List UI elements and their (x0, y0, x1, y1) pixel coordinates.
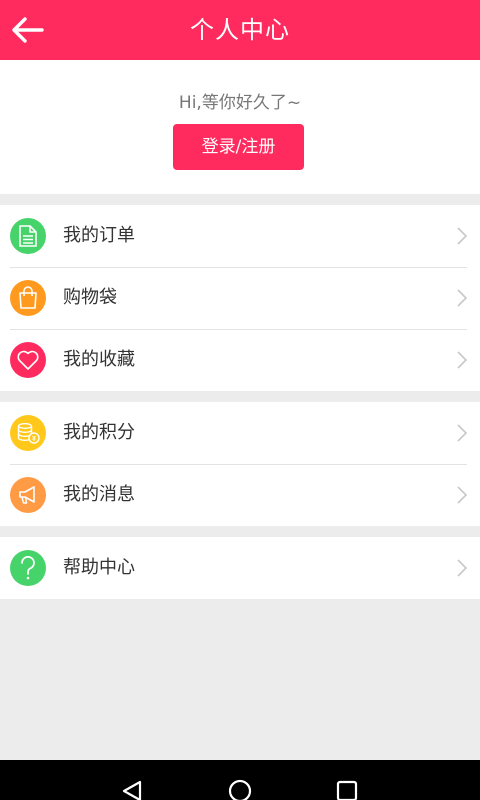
coins-icon (10, 415, 46, 451)
chevron-right-icon (457, 289, 468, 307)
square-recents-icon (336, 780, 358, 800)
megaphone-icon (10, 477, 46, 513)
nav-recents-button[interactable] (334, 778, 360, 800)
chevron-right-icon (457, 559, 468, 577)
chevron-right-icon (457, 351, 468, 369)
menu-item-label: 我的积分 (63, 422, 135, 443)
menu-item-label: 帮助中心 (63, 557, 135, 578)
menu-group-2: 我的积分 我的消息 (0, 402, 480, 526)
chevron-right-icon (457, 227, 468, 245)
menu-item-points[interactable]: 我的积分 (0, 402, 480, 464)
login-section: Hi,等你好久了~ 登录/注册 (0, 60, 480, 194)
page-title: 个人中心 (190, 16, 290, 44)
chevron-right-icon (457, 424, 468, 442)
circle-home-icon (228, 779, 252, 800)
question-icon (10, 550, 46, 586)
menu-item-messages[interactable]: 我的消息 (0, 464, 480, 526)
menu-item-label: 我的订单 (63, 225, 135, 246)
order-document-icon (10, 218, 46, 254)
menu-item-label: 我的消息 (63, 484, 135, 505)
app: 个人中心 Hi,等你好久了~ 登录/注册 我的订单 购物袋 我的收藏 我的积分 … (0, 0, 480, 800)
menu-group-3: 帮助中心 (0, 537, 480, 599)
login-register-button[interactable]: 登录/注册 (173, 124, 304, 170)
nav-back-button[interactable] (119, 778, 145, 800)
system-nav-bar (0, 760, 480, 800)
shopping-bag-icon (10, 280, 46, 316)
header-bar: 个人中心 (0, 0, 480, 60)
greeting-text: Hi,等你好久了~ (178, 93, 302, 113)
menu-group-1: 我的订单 购物袋 我的收藏 (0, 205, 480, 391)
heart-icon (10, 342, 46, 378)
menu-item-label: 购物袋 (63, 287, 117, 308)
menu-item-label: 我的收藏 (63, 349, 135, 370)
menu-item-shopping-bag[interactable]: 购物袋 (0, 267, 480, 329)
chevron-right-icon (457, 486, 468, 504)
triangle-back-icon (122, 780, 142, 800)
menu-item-orders[interactable]: 我的订单 (0, 205, 480, 267)
nav-home-button[interactable] (227, 778, 253, 800)
menu-item-favorites[interactable]: 我的收藏 (0, 329, 480, 391)
menu-item-help[interactable]: 帮助中心 (0, 537, 480, 599)
